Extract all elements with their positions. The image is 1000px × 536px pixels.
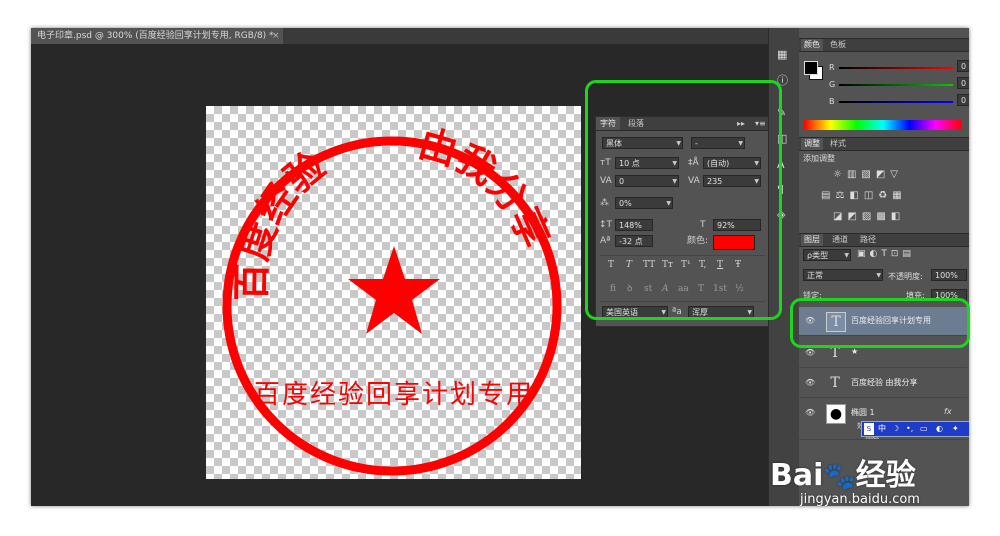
tab-color[interactable]: 颜色 [801,39,823,51]
eye-icon[interactable]: 👁 [805,408,815,417]
layer-name: ★ [851,347,859,356]
tools-icon[interactable]: ✦ [952,422,959,436]
moon-icon[interactable]: ☽ [892,422,899,436]
baidu-brand: Bai [770,458,824,493]
adjustment-icons-row-2: ▤⚖◧◫♻▦ [821,190,907,201]
ime-logo-icon: S [864,423,874,435]
seal-graphic: 百度经验 由我分享 百度经验回享计划专用 [222,121,562,476]
chevron-down-icon: ▼ [844,252,849,259]
paw-icon: 🐾 [823,462,856,492]
document-tab-title: 电子印章.psd @ 300% (百度经验回享计划专用, RGB/8) * [37,31,274,41]
tab-swatches[interactable]: 色板 [827,39,849,51]
tab-channels[interactable]: 通道 [829,234,851,246]
photoshop-window: 电子印章.psd @ 300% (百度经验回享计划专用, RGB/8) * × … [31,28,969,506]
tab-paths[interactable]: 路径 [857,234,879,246]
layer-name: 椭圆 1 [851,408,875,417]
layer-name: 百度经验 由我分享 [851,378,918,387]
adjustment-icons-row-3: ◪◩▨▩◧ [833,211,906,222]
red-value-field[interactable]: 0 [957,60,969,72]
ime-toolbar[interactable]: S 中 ☽ •, ▭ ◐ ✦ [861,421,969,437]
layer-row[interactable]: 👁 T 百度经验 由我分享 [799,369,967,398]
punctuation-icon[interactable]: •, [906,422,913,436]
ime-mode-button[interactable]: 中 [878,422,886,436]
artboard[interactable]: 百度经验 由我分享 百度经验回享计划专用 [206,106,581,479]
blue-value-field[interactable]: 0 [957,94,969,106]
blue-slider[interactable] [839,101,953,103]
green-value-field[interactable]: 0 [957,77,969,89]
channel-label-g: G [829,80,836,89]
document-tab[interactable]: 电子印章.psd @ 300% (百度经验回享计划专用, RGB/8) * [31,28,283,44]
tab-layers[interactable]: 图层 [801,234,823,246]
opacity-label: 不透明度: [888,272,923,281]
layer-filter-icons: ▣◐T⊡▤ [857,249,915,259]
highlight-selected-layer [790,298,970,348]
green-slider[interactable] [839,84,953,86]
adjust-panel-tabs: 调整 样式 [799,137,969,151]
opacity-field[interactable]: 100% [931,269,967,281]
layer-filter-select[interactable]: ρ类型 ▼ [803,249,851,261]
baidu-watermark: Bai🐾经验 [770,450,916,494]
blend-mode-select[interactable]: 正常 ▼ [803,269,883,281]
color-panel-tabs: 颜色 色板 [799,38,969,52]
highlight-character-panel [585,80,782,320]
baidu-brand-suffix: 经验 [855,458,916,493]
close-icon[interactable]: × [272,28,280,44]
eye-icon[interactable]: 👁 [805,378,815,387]
text-layer-thumbnail: T [830,375,840,391]
keyboard-icon[interactable]: ▭ [920,422,928,436]
tab-styles[interactable]: 样式 [827,138,849,150]
seal-arc-right-text: 由我分享 [414,121,558,254]
baidu-url: jingyan.baidu.com [800,492,920,507]
spectrum-bar[interactable] [804,120,962,130]
shape-layer-thumbnail: ● [826,404,846,424]
fx-icon[interactable]: fx [944,407,952,416]
seal-star [348,246,440,334]
channel-label-b: B [829,97,835,106]
eye-icon[interactable]: 👁 [805,348,815,357]
foreground-color-swatch[interactable] [804,61,818,75]
history-icon[interactable]: ▦ [777,48,787,61]
skin-icon[interactable]: ◐ [936,422,943,436]
red-slider[interactable] [839,67,953,69]
adjustment-icons-row-1: ☼▥▧◩▽ [833,169,903,180]
chevron-down-icon: ▼ [876,272,881,279]
seal-bottom-text: 百度经验回享计划专用 [254,380,534,410]
add-adjustment-title: 添加调整 [803,154,835,163]
layers-panel-tabs: 图层 通道 路径 [799,233,969,247]
channel-label-r: R [829,63,835,72]
tab-adjustments[interactable]: 调整 [801,138,823,150]
seal-arc-left-text: 百度经验 [230,143,334,301]
document-tabbar: 电子印章.psd @ 300% (百度经验回享计划专用, RGB/8) * × [31,28,768,45]
